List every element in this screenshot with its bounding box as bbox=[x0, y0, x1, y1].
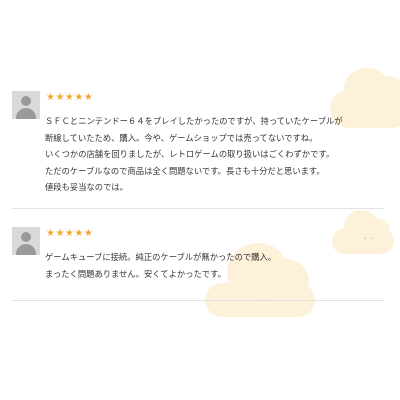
review-item: ★★★★★ ゲームキューブに接続。純正のケーブルが無かったので購入。 まったく問… bbox=[12, 227, 384, 301]
review-line: 断線していたため、購入。今や、ゲームショップでは売ってないですね。 bbox=[45, 132, 318, 143]
review-text: ゲームキューブに接続。純正のケーブルが無かったので購入。 まったく問題ありません… bbox=[45, 249, 380, 282]
review-line: まったく問題ありません。安くてよかったです。 bbox=[45, 268, 226, 279]
review-line: ただのケーブルなので商品は全く問題ないです。長さも十分だと思います。 bbox=[45, 165, 325, 176]
review-line: ＳＦＣとニンテンドー６４をプレイしたかったのですが、持っていたケーブルが bbox=[45, 116, 343, 126]
star-rating: ★★★★★ bbox=[46, 92, 94, 103]
review-line: いくつかの店舗を回りましたが、レトロゲームの取り扱いはごくわずかです。 bbox=[45, 149, 335, 159]
review-text: ＳＦＣとニンテンドー６４をプレイしたかったのですが、持っていたケーブルが 断線し… bbox=[45, 113, 380, 196]
star-rating: ★★★★★ bbox=[46, 228, 94, 239]
review-item: ★★★★★ ＳＦＣとニンテンドー６４をプレイしたかったのですが、持っていたケーブ… bbox=[12, 91, 384, 209]
user-avatar-icon bbox=[12, 227, 40, 255]
review-line: ゲームキューブに接続。純正のケーブルが無かったので購入。 bbox=[45, 252, 277, 262]
review-line: 値段も妥当なのでは。 bbox=[45, 182, 128, 192]
user-avatar-icon bbox=[12, 91, 40, 119]
